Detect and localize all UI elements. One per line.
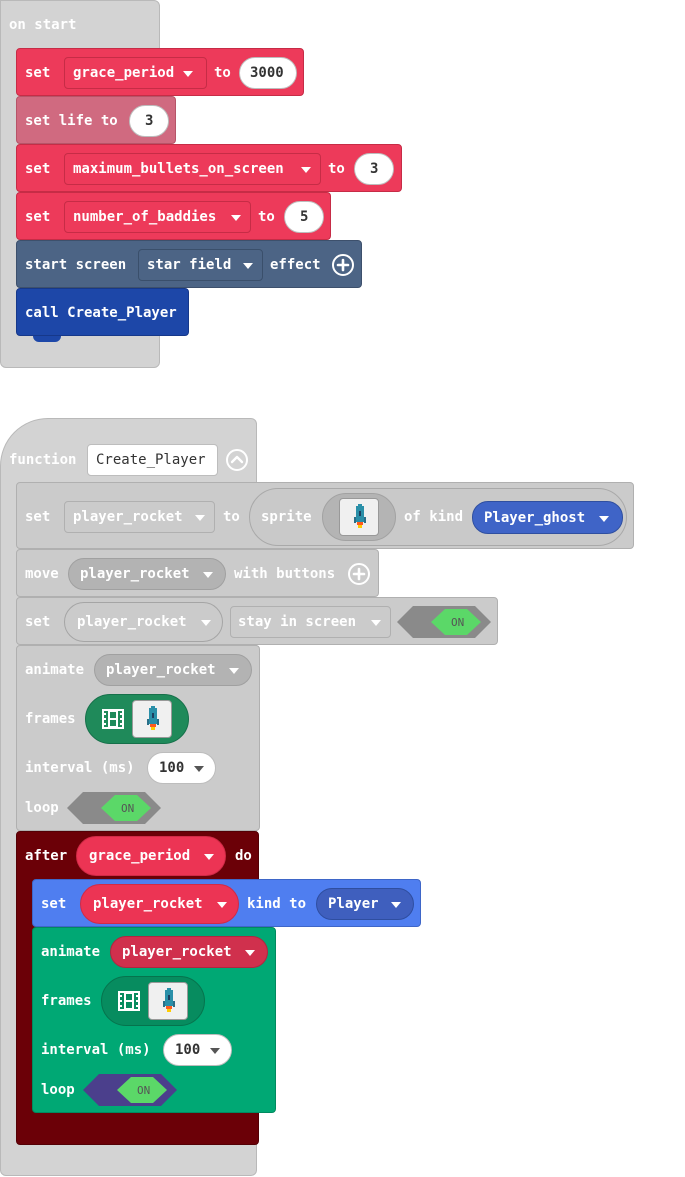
sprite-of-kind-reporter[interactable]: sprite of kind Player_ghost bbox=[249, 488, 627, 546]
film-icon bbox=[102, 709, 124, 729]
set-life-label: set life to bbox=[25, 113, 118, 129]
max-bullets-dropdown[interactable]: maximum_bullets_on_screen bbox=[64, 153, 321, 185]
caret-down-icon bbox=[183, 71, 193, 77]
frames-editor-1[interactable] bbox=[85, 694, 189, 744]
animate-player-block-2[interactable]: animate player_rocket frames interval (m… bbox=[32, 927, 276, 1113]
caret-down-icon bbox=[599, 516, 609, 522]
kind-dropdown[interactable]: Player_ghost bbox=[472, 501, 623, 534]
block-notch bbox=[33, 336, 61, 342]
film-icon bbox=[118, 991, 140, 1011]
frame-thumbnail bbox=[148, 982, 188, 1020]
baddies-dropdown[interactable]: number_of_baddies bbox=[64, 201, 251, 233]
max-bullets-value-input[interactable]: 3 bbox=[354, 153, 394, 185]
set-kind-var-dropdown[interactable]: player_rocket bbox=[80, 884, 239, 924]
caret-down-icon bbox=[203, 572, 213, 578]
caret-down-icon bbox=[201, 620, 211, 626]
collapse-up-icon[interactable] bbox=[225, 448, 249, 472]
rocket-sprite-icon bbox=[147, 706, 159, 730]
life-value-input[interactable]: 3 bbox=[129, 105, 169, 137]
start-screen-effect-block[interactable]: start screen star field effect bbox=[16, 240, 362, 288]
caret-down-icon bbox=[391, 902, 401, 908]
set-life-block[interactable]: set life to 3 bbox=[16, 96, 176, 144]
rocket-sprite-icon bbox=[354, 504, 366, 528]
caret-down-icon bbox=[210, 1048, 220, 1054]
caret-down-icon bbox=[204, 854, 214, 860]
interval2-dropdown[interactable]: 100 bbox=[163, 1034, 232, 1066]
caret-down-icon bbox=[195, 515, 205, 521]
rocket-sprite-icon bbox=[163, 988, 175, 1012]
stay-var-dropdown[interactable]: player_rocket bbox=[64, 602, 223, 642]
move-with-buttons-block[interactable]: move player_rocket with buttons bbox=[16, 549, 379, 597]
set-player-sprite-block[interactable]: set player_rocket to sprite of kind Play… bbox=[16, 482, 634, 549]
caret-down-icon bbox=[301, 167, 311, 173]
grace-period-dropdown[interactable]: grace_period bbox=[64, 57, 207, 89]
set-grace-period-block[interactable]: set grace_period to 3000 bbox=[16, 48, 304, 96]
function-name-input[interactable]: Create_Player bbox=[87, 444, 218, 476]
stay-flag-dropdown[interactable]: stay in screen bbox=[230, 606, 391, 638]
toggle-on-icon[interactable] bbox=[67, 792, 161, 824]
set-keyword: set bbox=[25, 65, 51, 81]
caret-down-icon bbox=[231, 215, 241, 221]
plus-circle-icon[interactable] bbox=[347, 562, 371, 586]
animate2-var-dropdown[interactable]: player_rocket bbox=[110, 936, 268, 968]
animate-player-block-1[interactable]: animate player_rocket frames interval (m… bbox=[16, 645, 260, 831]
grace-value-input[interactable]: 3000 bbox=[239, 57, 297, 89]
set-stay-in-screen-block[interactable]: set player_rocket stay in screen ON bbox=[16, 597, 498, 645]
on-start-label: on start bbox=[9, 17, 77, 33]
animate1-var-dropdown[interactable]: player_rocket bbox=[94, 654, 252, 686]
baddies-value-input[interactable]: 5 bbox=[284, 201, 324, 233]
player-rocket-dropdown[interactable]: player_rocket bbox=[64, 501, 215, 533]
set-max-bullets-block[interactable]: set maximum_bullets_on_screen to 3 bbox=[16, 144, 402, 192]
effect-dropdown[interactable]: star field bbox=[138, 249, 263, 281]
plus-circle-icon[interactable] bbox=[331, 253, 355, 277]
caret-down-icon bbox=[194, 766, 204, 772]
caret-down-icon bbox=[243, 263, 253, 269]
after-var-dropdown[interactable]: grace_period bbox=[76, 836, 226, 876]
set-baddies-block[interactable]: set number_of_baddies to 5 bbox=[16, 192, 331, 240]
set-kind-dropdown[interactable]: Player bbox=[316, 888, 414, 920]
call-create-player-block[interactable]: call Create_Player bbox=[16, 288, 189, 342]
to-keyword: to bbox=[214, 65, 231, 81]
caret-down-icon bbox=[371, 620, 381, 626]
caret-down-icon bbox=[229, 668, 239, 674]
frames-editor-2[interactable] bbox=[101, 976, 205, 1026]
frame-thumbnail bbox=[132, 700, 172, 738]
caret-down-icon bbox=[245, 950, 255, 956]
move-var-dropdown[interactable]: player_rocket bbox=[68, 558, 226, 590]
function-keyword: function bbox=[9, 452, 77, 468]
toggle-on-icon[interactable] bbox=[397, 606, 491, 638]
set-kind-block[interactable]: set player_rocket kind to Player bbox=[32, 879, 421, 927]
sprite-thumbnail bbox=[339, 498, 379, 536]
interval1-dropdown[interactable]: 100 bbox=[147, 752, 216, 784]
toggle-on-icon[interactable] bbox=[83, 1074, 177, 1106]
caret-down-icon bbox=[217, 902, 227, 908]
sprite-image-picker[interactable] bbox=[322, 493, 396, 541]
